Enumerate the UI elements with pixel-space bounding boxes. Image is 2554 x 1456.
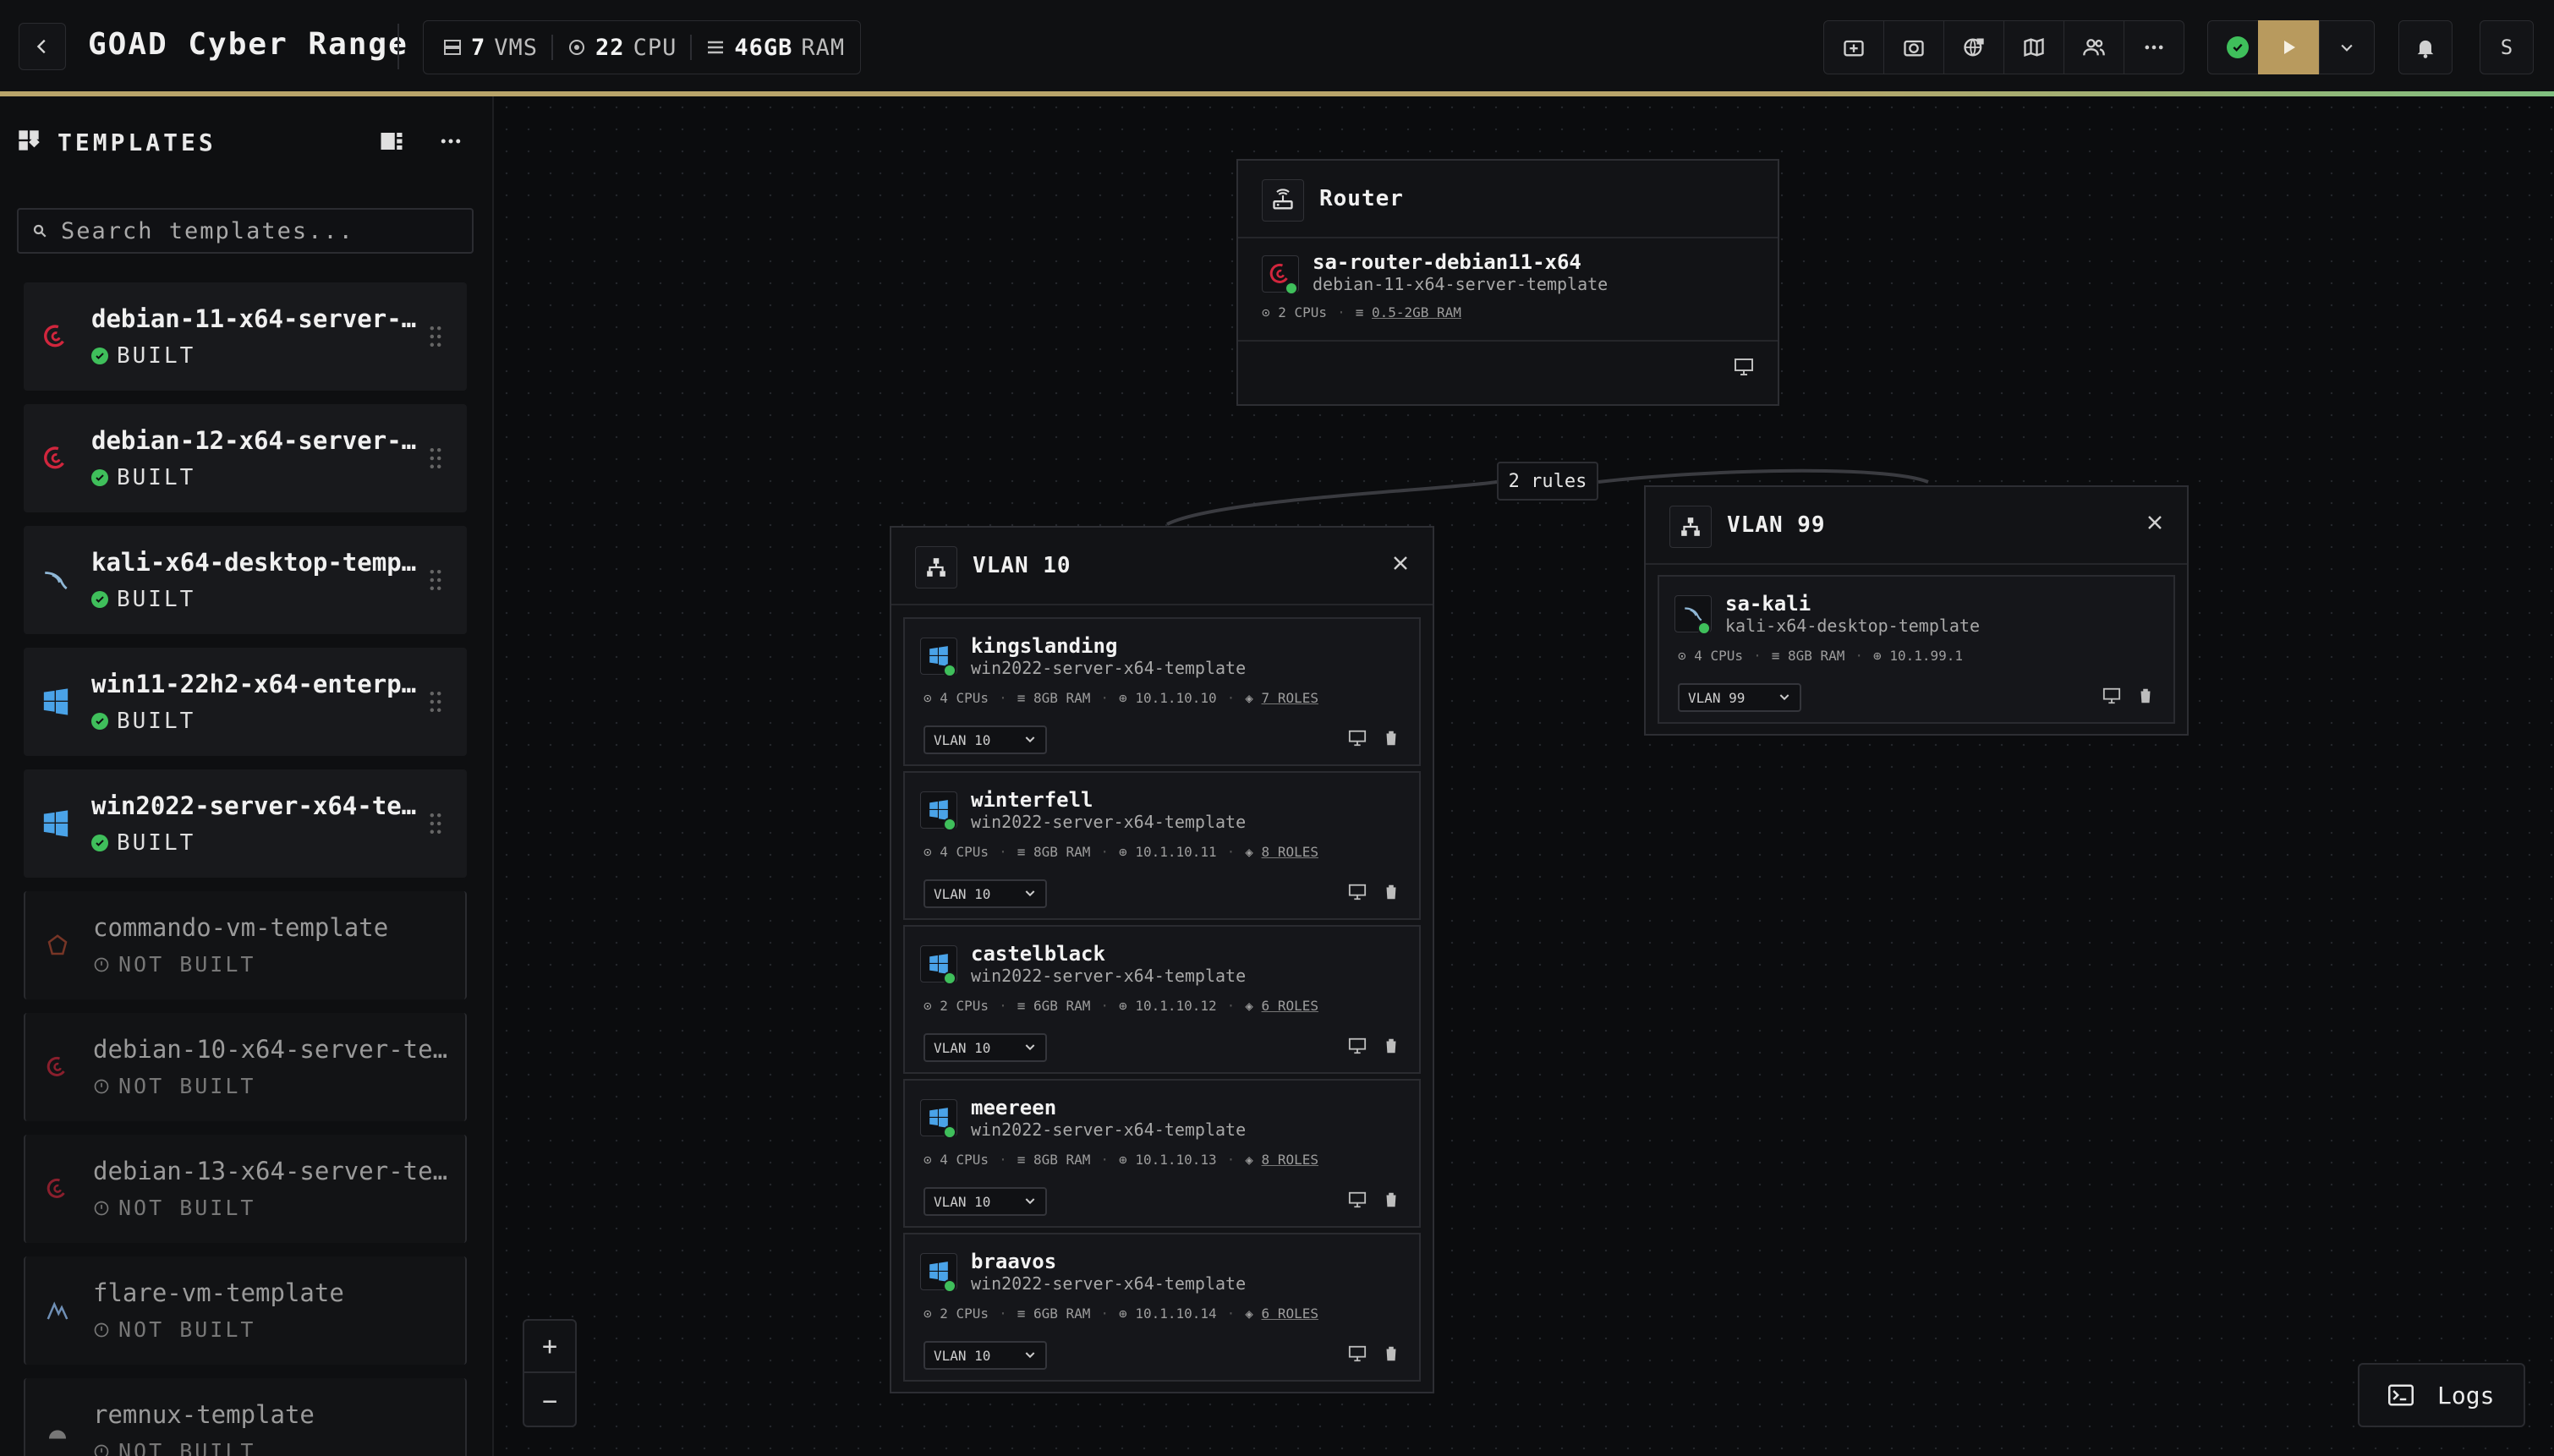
vm-name: winterfell (971, 788, 1093, 812)
logs-button[interactable]: Logs (2358, 1363, 2525, 1427)
vm-specs: ⊙ 2 CPUs · ≡ 6GB RAM · ⊕ 10.1.10.14 · ◈ 6 R… (923, 1305, 1318, 1322)
vm-card-castelblack[interactable]: castelblack win2022-server-x64-template … (903, 925, 1421, 1074)
online-indicator (1697, 621, 1711, 635)
windows-icon (920, 1099, 957, 1139)
console-icon[interactable] (1348, 729, 1367, 747)
chevron-down-icon (1025, 736, 1035, 743)
divider (1238, 340, 1778, 342)
vm-card-meereen[interactable]: meereen win2022-server-x64-template ⊙ 4 … (903, 1079, 1421, 1228)
online-indicator (943, 972, 956, 985)
vlan-99-title: VLAN 99 (1727, 512, 1826, 538)
vlan-select[interactable]: VLAN 10 (923, 1033, 1047, 1062)
trash-icon[interactable] (1382, 729, 1400, 747)
network-icon (915, 546, 957, 588)
vm-template: kali-x64-desktop-template (1725, 616, 1981, 636)
trash-icon[interactable] (1382, 1037, 1400, 1055)
vm-name: sa-kali (1725, 592, 1811, 616)
windows-icon (920, 791, 957, 831)
trash-icon[interactable] (1382, 883, 1400, 901)
console-icon[interactable] (1348, 1191, 1367, 1209)
windows-icon (920, 1253, 957, 1293)
vlan-select[interactable]: VLAN 10 (923, 879, 1047, 908)
vm-specs: ⊙ 2 CPUs · ≡ 6GB RAM · ⊕ 10.1.10.12 · ◈ 6 R… (923, 998, 1318, 1014)
vm-name: kingslanding (971, 634, 1118, 658)
vlan-10-header: VLAN 10 (891, 528, 1433, 605)
logs-label: Logs (2437, 1381, 2495, 1409)
vm-specs: ⊙ 4 CPUs · ≡ 8GB RAM · ⊕ 10.1.99.1 (1678, 648, 1964, 664)
vm-card-sa-kali[interactable]: sa-kali kali-x64-desktop-template ⊙ 4 CP… (1658, 575, 2175, 724)
vlan-select[interactable]: VLAN 10 (923, 1341, 1047, 1370)
vm-specs: ⊙ 2 CPUs · ≡ 0.5-2GB RAM (1262, 304, 1461, 320)
zoom-out-button[interactable]: − (524, 1375, 575, 1427)
chevron-down-icon (1025, 1198, 1035, 1205)
zoom-controls: + − (523, 1319, 577, 1427)
terminal-icon (2388, 1384, 2414, 1406)
vlan-select[interactable]: VLAN 10 (923, 1187, 1047, 1216)
vm-card-winterfell[interactable]: winterfell win2022-server-x64-template ⊙… (903, 771, 1421, 920)
vm-name: braavos (971, 1250, 1057, 1273)
vlan-10-title: VLAN 10 (973, 553, 1071, 578)
vm-template: win2022-server-x64-template (971, 966, 1247, 986)
online-indicator (1285, 282, 1298, 295)
vm-template: debian-11-x64-server-template (1313, 274, 1609, 294)
vlan-select[interactable]: VLAN 99 (1678, 683, 1801, 712)
router-node[interactable]: Router sa-router-debian11-x64 debian-11-… (1236, 159, 1779, 406)
vm-template: win2022-server-x64-template (971, 1273, 1247, 1294)
chevron-down-icon (1025, 1044, 1035, 1051)
online-indicator (943, 664, 956, 677)
vlan-10-node[interactable]: VLAN 10 kingslanding win2022-server-x64-… (890, 526, 1434, 1393)
chevron-down-icon (1779, 694, 1789, 701)
vm-specs: ⊙ 4 CPUs · ≡ 8GB RAM · ⊕ 10.1.10.10 · ◈ 7 R… (923, 690, 1318, 706)
vm-template: win2022-server-x64-template (971, 1119, 1247, 1140)
trash-icon[interactable] (1382, 1191, 1400, 1209)
console-icon[interactable] (1348, 883, 1367, 901)
kali-icon (1674, 595, 1712, 635)
vm-specs: ⊙ 4 CPUs · ≡ 8GB RAM · ⊕ 10.1.10.11 · ◈ 8 R… (923, 844, 1318, 860)
close-icon[interactable] (1390, 553, 1411, 573)
router-title: Router (1319, 186, 1404, 211)
online-indicator (943, 1125, 956, 1139)
vlan-select[interactable]: VLAN 10 (923, 725, 1047, 754)
vlan-99-node[interactable]: VLAN 99 sa-kali kali-x64-desktop-templat… (1644, 485, 2189, 736)
vlan-99-header: VLAN 99 (1646, 487, 2187, 565)
firewall-rules-badge[interactable]: 2 rules (1497, 462, 1598, 501)
online-indicator (943, 1279, 956, 1293)
windows-icon (920, 638, 957, 677)
debian-icon (1262, 255, 1299, 295)
vm-specs: ⊙ 4 CPUs · ≡ 8GB RAM · ⊕ 10.1.10.13 · ◈ 8 R… (923, 1152, 1318, 1168)
vm-name: meereen (971, 1096, 1057, 1119)
vm-name: castelblack (971, 942, 1105, 966)
network-icon (1669, 506, 1712, 548)
trash-icon[interactable] (2136, 687, 2155, 705)
windows-icon (920, 945, 957, 985)
vm-card-kingslanding[interactable]: kingslanding win2022-server-x64-template… (903, 617, 1421, 766)
router-icon (1262, 179, 1304, 222)
console-icon[interactable] (1734, 357, 1754, 377)
chevron-down-icon (1025, 890, 1035, 897)
router-vm[interactable]: sa-router-debian11-x64 debian-11-x64-ser… (1257, 247, 1761, 342)
vm-name: sa-router-debian11-x64 (1313, 250, 1581, 274)
console-icon[interactable] (1348, 1344, 1367, 1363)
console-icon[interactable] (1348, 1037, 1367, 1055)
vm-template: win2022-server-x64-template (971, 658, 1247, 678)
vm-card-braavos[interactable]: braavos win2022-server-x64-template ⊙ 2 … (903, 1233, 1421, 1382)
chevron-down-icon (1025, 1352, 1035, 1359)
close-icon[interactable] (2145, 512, 2165, 533)
router-header: Router (1238, 161, 1778, 238)
online-indicator (943, 818, 956, 831)
zoom-in-button[interactable]: + (524, 1321, 575, 1373)
vm-template: win2022-server-x64-template (971, 812, 1247, 832)
console-icon[interactable] (2102, 687, 2121, 705)
trash-icon[interactable] (1382, 1344, 1400, 1363)
